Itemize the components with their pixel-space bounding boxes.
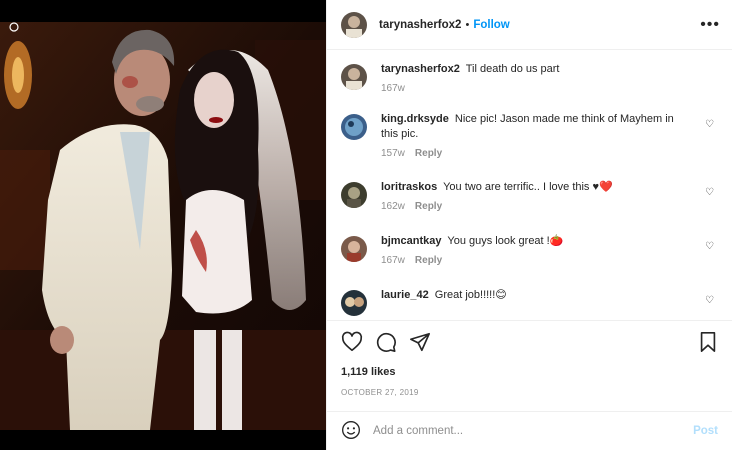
post-date[interactable]: OCTOBER 27, 2019 bbox=[341, 388, 718, 397]
list-item: loritraskos You two are terrific.. I lov… bbox=[341, 180, 718, 234]
post-photo[interactable] bbox=[0, 0, 326, 450]
post-side-panel: tarynasherfox2 • Follow ••• tarynasherfo… bbox=[326, 0, 732, 450]
comment-text-line: laurie_42 Great job!!!!!😊 bbox=[381, 288, 692, 303]
post-actions: 1,119 likes OCTOBER 27, 2019 bbox=[327, 320, 732, 397]
follow-button[interactable]: Follow bbox=[473, 19, 509, 31]
header-separator: • bbox=[465, 18, 470, 31]
author-username[interactable]: tarynasherfox2 bbox=[379, 19, 461, 31]
list-item: king.drksyde Nice pic! Jason made me thi… bbox=[341, 112, 718, 180]
comment-username[interactable]: loritraskos bbox=[381, 181, 437, 193]
comment-like-heart-icon[interactable]: ♡ bbox=[705, 295, 714, 306]
share-icon[interactable] bbox=[409, 331, 431, 353]
comment-icon[interactable] bbox=[375, 331, 397, 353]
emoji-icon[interactable] bbox=[341, 420, 361, 443]
comment-text-line: bjmcantkay You guys look great !🍅 bbox=[381, 234, 692, 249]
comment-meta: 162w Reply bbox=[381, 201, 692, 212]
comment-username[interactable]: laurie_42 bbox=[381, 289, 429, 301]
avatar[interactable] bbox=[341, 236, 367, 262]
more-options-icon[interactable]: ••• bbox=[700, 16, 720, 34]
comment-username[interactable]: bjmcantkay bbox=[381, 235, 442, 247]
reply-button[interactable]: Reply bbox=[415, 255, 442, 266]
comment-composer: Post bbox=[327, 411, 732, 450]
comment-age[interactable]: 167w bbox=[381, 83, 405, 94]
comment-age[interactable]: 167w bbox=[381, 255, 405, 266]
avatar[interactable] bbox=[341, 64, 367, 90]
reply-button[interactable]: Reply bbox=[415, 148, 442, 159]
comment-text: You guys look great !🍅 bbox=[447, 235, 564, 247]
comments-list[interactable]: tarynasherfox2 Til death do us part 167w… bbox=[327, 50, 732, 320]
list-item: bjmcantkay You guys look great !🍅 167w Re… bbox=[341, 234, 718, 288]
comment-meta: 167w Reply bbox=[381, 255, 692, 266]
comment-body: king.drksyde Nice pic! Jason made me thi… bbox=[381, 112, 718, 180]
heart-icon[interactable] bbox=[341, 331, 363, 353]
comment-body: loritraskos You two are terrific.. I lov… bbox=[381, 180, 718, 234]
comment-body: bjmcantkay You guys look great !🍅 167w Re… bbox=[381, 234, 718, 288]
comment-age[interactable]: 157w bbox=[381, 148, 405, 159]
comment-meta: 157w Reply bbox=[381, 148, 692, 159]
comment-like-heart-icon[interactable]: ♡ bbox=[705, 187, 714, 198]
comment-username[interactable]: king.drksyde bbox=[381, 113, 449, 125]
avatar[interactable] bbox=[341, 114, 367, 140]
comment-like-heart-icon[interactable]: ♡ bbox=[705, 241, 714, 252]
instagram-post-view: tarynasherfox2 • Follow ••• tarynasherfo… bbox=[0, 0, 732, 450]
post-header: tarynasherfox2 • Follow ••• bbox=[327, 0, 732, 50]
comment-text: You two are terrific.. I love this ♥❤️ bbox=[443, 181, 613, 193]
list-item: laurie_42 Great job!!!!!😊 ♡ bbox=[341, 288, 718, 320]
post-comment-button[interactable]: Post bbox=[693, 425, 718, 437]
comment-meta: 167w bbox=[381, 83, 692, 94]
comment-text-line: loritraskos You two are terrific.. I lov… bbox=[381, 180, 692, 195]
reply-button[interactable]: Reply bbox=[415, 201, 442, 212]
author-avatar[interactable] bbox=[341, 11, 367, 38]
comment-age[interactable]: 162w bbox=[381, 201, 405, 212]
comment-text: Great job!!!!!😊 bbox=[434, 289, 507, 301]
post-photo-image bbox=[0, 0, 326, 450]
comment-body: tarynasherfox2 Til death do us part 167w bbox=[381, 62, 718, 112]
comment-like-heart-icon[interactable]: ♡ bbox=[705, 119, 714, 130]
comment-body: laurie_42 Great job!!!!!😊 bbox=[381, 288, 718, 320]
avatar[interactable] bbox=[341, 182, 367, 208]
comment-text-line: king.drksyde Nice pic! Jason made me thi… bbox=[381, 112, 692, 142]
comment-input[interactable] bbox=[373, 425, 694, 437]
avatar[interactable] bbox=[341, 290, 367, 316]
bookmark-icon[interactable] bbox=[698, 331, 718, 353]
action-icon-row bbox=[341, 330, 718, 354]
comment-text: Til death do us part bbox=[465, 63, 560, 75]
list-item: tarynasherfox2 Til death do us part 167w bbox=[341, 62, 718, 112]
comment-username[interactable]: tarynasherfox2 bbox=[381, 63, 460, 75]
comment-text-line: tarynasherfox2 Til death do us part bbox=[381, 62, 692, 77]
like-count[interactable]: 1,119 likes bbox=[341, 366, 718, 378]
